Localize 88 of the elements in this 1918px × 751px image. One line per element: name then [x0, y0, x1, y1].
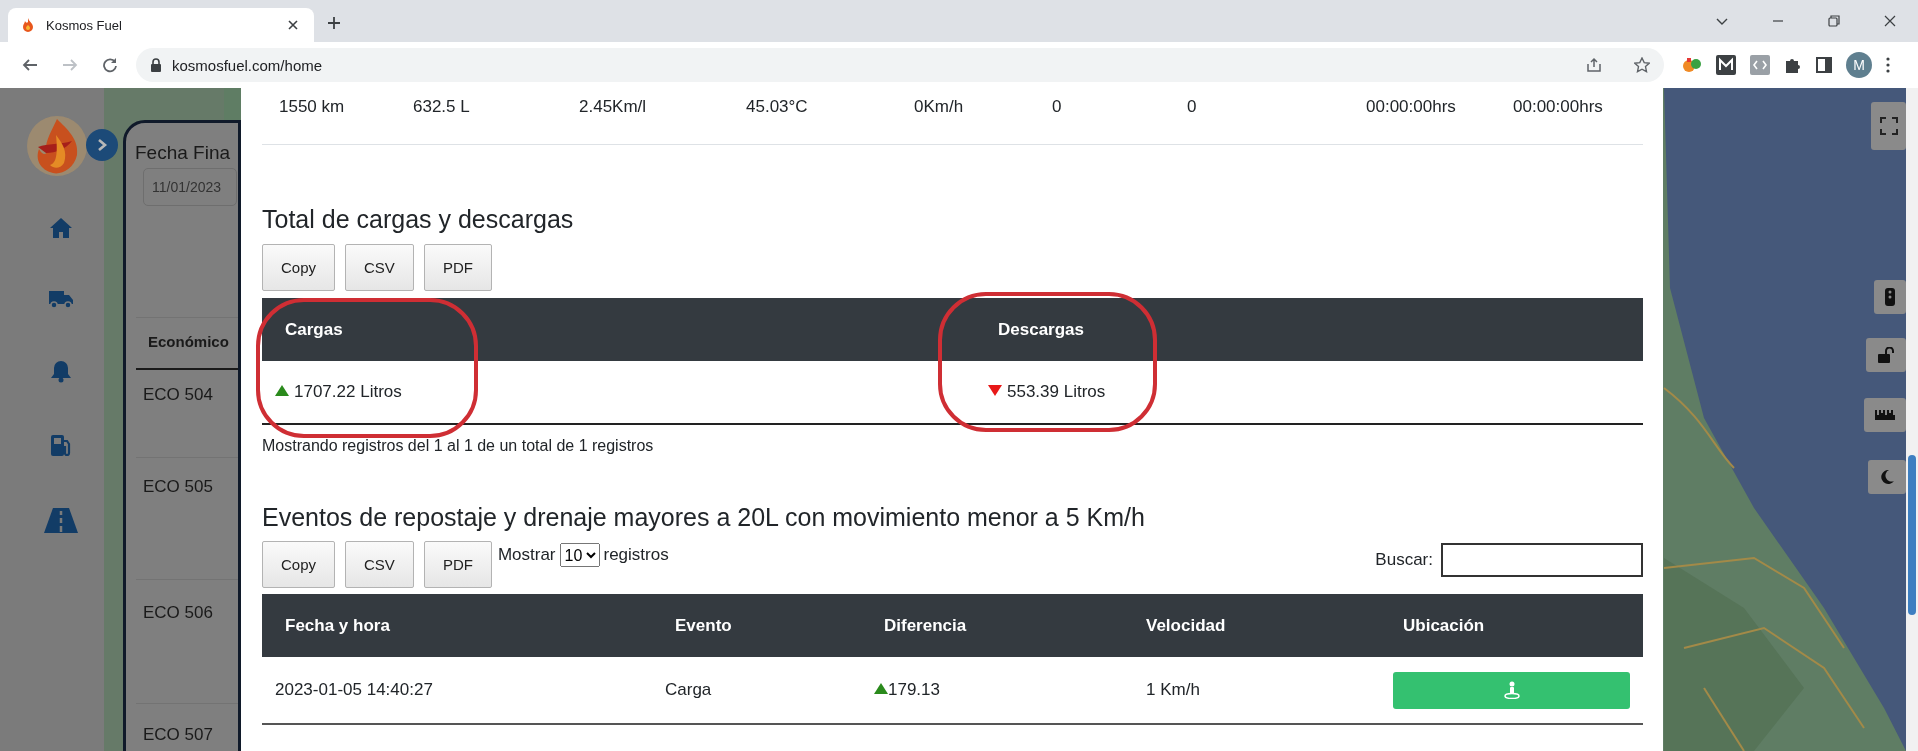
- column-header: Evento: [674, 615, 733, 636]
- table-cell-text: 1550 km: [279, 97, 346, 118]
- scrollbar[interactable]: [1906, 88, 1918, 751]
- road-icon: [44, 507, 78, 533]
- puzzle-icon: [1784, 56, 1802, 74]
- flame-icon: [20, 17, 36, 33]
- table-cell: ECO 506: [143, 603, 213, 623]
- close-icon: [287, 19, 299, 31]
- search-field[interactable]: [1441, 543, 1643, 577]
- table-cell-text: 0: [1052, 97, 1063, 118]
- routes-nav-item[interactable]: [44, 507, 78, 533]
- reload-icon: [102, 57, 118, 73]
- extension-icon: [1716, 55, 1736, 75]
- table-cell-text: 632.5 L: [413, 97, 471, 118]
- table-cell-text: 0: [1187, 97, 1198, 118]
- export-button[interactable]: PDF: [423, 541, 492, 588]
- traffic-light-icon: [1885, 288, 1895, 306]
- dark-mode-button[interactable]: [1868, 460, 1906, 494]
- column-header: Velocidad: [1145, 615, 1227, 636]
- sidebar-icon: [1816, 57, 1832, 73]
- table-cell-text: 0Km/h: [914, 97, 965, 118]
- records-label: registros: [603, 545, 669, 565]
- lock-icon: [150, 58, 162, 72]
- export-button[interactable]: CSV: [345, 541, 414, 588]
- fuel-nav-item[interactable]: [50, 433, 72, 457]
- table-cell: 553.39 Litros: [975, 382, 1643, 402]
- export-button[interactable]: Copy: [262, 541, 336, 588]
- table-cell-text: 1 Km/h: [1145, 680, 1201, 700]
- table-cell-text: 45.03°C: [746, 97, 809, 118]
- export-button[interactable]: Copy: [262, 244, 336, 291]
- table-cell-text: 00:00:00hrs: [1366, 97, 1457, 118]
- close-icon: [1884, 15, 1896, 27]
- section-title: Eventos de repostaje y drenaje mayores a 20L con movimiento menor a 5 Km/h: [262, 502, 1146, 533]
- truck-icon: [48, 289, 74, 309]
- table-cell-text: Carga: [664, 680, 713, 700]
- table-cell: 1707.22 Litros: [262, 382, 975, 402]
- extension-icon: [1682, 55, 1702, 75]
- ruler-icon: [1875, 410, 1895, 420]
- page-size-select[interactable]: 10: [559, 543, 600, 567]
- fuel-pump-icon: [50, 433, 72, 457]
- logo-icon: [26, 115, 88, 177]
- table-cell: ECO 507: [143, 725, 213, 745]
- column-header: Fecha y hora: [284, 615, 391, 636]
- lock-button[interactable]: [1866, 338, 1906, 372]
- export-button[interactable]: PDF: [423, 244, 492, 291]
- vehicles-nav-item[interactable]: [48, 289, 74, 309]
- section-title: Total de cargas y descargas: [262, 204, 575, 235]
- moon-icon: [1879, 469, 1895, 485]
- table-cell-text: 2.45Km/l: [579, 97, 648, 118]
- alerts-nav-item[interactable]: [50, 359, 72, 383]
- column-header: Cargas: [284, 319, 344, 340]
- unlock-icon: [1877, 347, 1895, 363]
- show-label: Mostrar: [497, 545, 556, 565]
- table-cell-text: 00:00:00hrs: [1513, 97, 1604, 118]
- table-cell: ECO 504: [143, 385, 213, 405]
- chevron-right-icon: [96, 138, 108, 152]
- table-info: Mostrando registros del 1 al 1 de un total de 1 registros: [262, 437, 655, 455]
- fullscreen-button[interactable]: [1871, 102, 1906, 150]
- column-header: Económico: [148, 333, 229, 350]
- table-cell: ECO 505: [143, 477, 213, 497]
- traffic-button[interactable]: [1874, 280, 1906, 314]
- home-nav-item[interactable]: [49, 217, 73, 239]
- measure-button[interactable]: [1864, 398, 1906, 432]
- forward-arrow-icon: [62, 57, 78, 73]
- column-header: Ubicación: [1402, 615, 1486, 636]
- column-header: Diferencia: [883, 615, 968, 636]
- profile-avatar[interactable]: M: [1846, 52, 1872, 78]
- browser-tab[interactable]: Kosmos Fuel: [8, 8, 314, 42]
- home-icon: [49, 217, 73, 239]
- table-cell: 179.13: [861, 680, 1123, 700]
- search-label: Buscar:: [1375, 550, 1433, 570]
- expand-sidebar-button[interactable]: [86, 129, 118, 161]
- scrollbar-thumb[interactable]: [1908, 455, 1916, 615]
- bell-icon: [50, 359, 72, 383]
- extension-icon: [1750, 55, 1770, 75]
- column-header: Descargas: [997, 319, 1085, 340]
- fullscreen-icon: [1879, 117, 1898, 135]
- restore-icon: [1828, 15, 1840, 27]
- star-icon: [1634, 57, 1650, 73]
- share-icon: [1586, 57, 1602, 73]
- back-arrow-icon: [22, 57, 38, 73]
- kebab-menu-icon: [1886, 57, 1890, 73]
- street-view-icon: [1503, 681, 1520, 699]
- address-bar[interactable]: kosmosfuel.com/home: [136, 48, 1664, 82]
- export-button[interactable]: CSV: [345, 244, 414, 291]
- date-label: Fecha Fina: [135, 142, 231, 164]
- plus-icon: [326, 15, 342, 31]
- table-cell-text: 2023-01-05 14:40:27: [274, 680, 434, 700]
